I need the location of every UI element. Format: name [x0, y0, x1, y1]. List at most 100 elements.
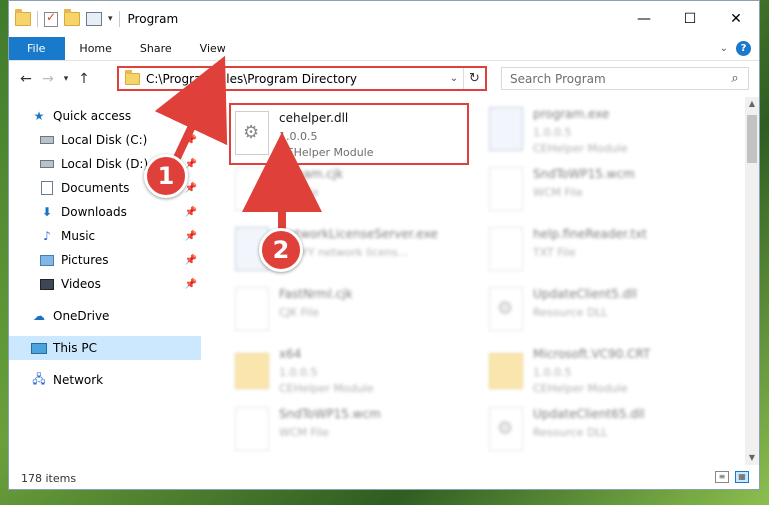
file-name: program.exe [533, 107, 610, 121]
new-folder-icon[interactable] [64, 9, 80, 26]
toolbar-separator [37, 11, 38, 27]
file-icon [489, 167, 523, 211]
view-properties-icon[interactable] [86, 12, 102, 26]
address-bar[interactable]: C:\Program Files\Program Directory ⌄ ↻ [117, 66, 487, 91]
tab-view[interactable]: View [186, 37, 240, 60]
sidebar-item-this-pc[interactable]: This PC [9, 336, 201, 360]
file-type: Resource DLL [533, 306, 608, 319]
sidebar-item-label: Music [61, 229, 96, 243]
network-icon: 🖧 [32, 371, 46, 386]
file-description: CEHelper Module [533, 382, 628, 395]
file-name: NetworkLicenseServer.exe [279, 227, 438, 241]
tab-home[interactable]: Home [65, 37, 125, 60]
scroll-down-icon[interactable]: ▼ [745, 451, 759, 465]
tab-share[interactable]: Share [126, 37, 186, 60]
folder-icon [235, 353, 269, 389]
pin-icon[interactable]: 📌 [185, 207, 197, 218]
minimize-button[interactable]: — [621, 1, 667, 37]
pin-icon[interactable]: 📌 [185, 135, 197, 146]
large-icons-view-icon[interactable]: ▦ [735, 471, 749, 483]
downloads-icon: ⬇ [41, 205, 53, 219]
scrollbar-thumb[interactable] [747, 115, 757, 163]
pc-icon [31, 342, 47, 354]
file-item[interactable]: Stream.cjk CJK File [231, 161, 471, 223]
search-box[interactable]: Search Program ⌕ [501, 67, 749, 90]
file-name: help.fineReader.txt [533, 227, 647, 241]
up-arrow-icon[interactable]: ↑ [73, 71, 95, 87]
file-icon [489, 227, 523, 271]
sidebar-item-network[interactable]: 🖧 Network [31, 369, 201, 391]
file-item-cehelper-dll[interactable]: cehelper.dll 1.0.0.5 CEHelper Module [229, 103, 469, 165]
maximize-button[interactable]: ☐ [667, 1, 713, 37]
close-button[interactable]: ✕ [713, 1, 759, 37]
window-title: Program [127, 12, 179, 26]
properties-check-icon[interactable] [44, 10, 58, 27]
sidebar-item-label: Videos [61, 277, 101, 291]
forward-arrow-icon[interactable]: → [37, 71, 59, 87]
file-type: WCM File [533, 186, 583, 199]
file-type: CJK File [279, 186, 320, 199]
pictures-icon [40, 254, 54, 266]
sidebar-item-videos[interactable]: Videos 📌 [39, 273, 201, 295]
details-view-icon[interactable]: ≡ [715, 471, 729, 483]
music-icon: ♪ [43, 229, 51, 243]
file-type: TXT File [533, 246, 576, 259]
ribbon-tabs: File Home Share View ⌄ ? [9, 37, 759, 61]
refresh-icon[interactable]: ↻ [463, 68, 485, 89]
sidebar-item-label: Local Disk (C:) [61, 133, 148, 147]
file-description: CEHelper Module [279, 146, 374, 159]
documents-icon [41, 181, 53, 195]
file-version: 1.0.0.5 [533, 366, 572, 379]
file-list: cehelper.dll 1.0.0.5 CEHelper Module pro… [209, 97, 747, 465]
file-description: CEHelper Module [279, 382, 374, 395]
search-input[interactable]: Search Program [510, 72, 722, 86]
sidebar-item-local-disk-c[interactable]: Local Disk (C:) 📌 [39, 129, 201, 151]
file-version: 1.0.0.5 [279, 130, 318, 143]
address-path[interactable]: C:\Program Files\Program Directory [146, 72, 445, 86]
file-item[interactable]: UpdateClient65.dll Resource DLL [485, 401, 725, 463]
file-item[interactable]: x64 1.0.0.5 CEHelper Module [231, 341, 471, 403]
window-controls: — ☐ ✕ [621, 1, 759, 37]
sidebar-item-downloads[interactable]: ⬇ Downloads 📌 [39, 201, 201, 223]
expand-ribbon-chevron-icon[interactable]: ⌄ [720, 43, 728, 54]
file-item[interactable]: SndToWP15.wcm WCM File [231, 401, 471, 463]
address-dropdown-icon[interactable]: ⌄ [445, 73, 463, 84]
folder-icon [489, 353, 523, 389]
view-switcher: ≡ ▦ [715, 471, 749, 483]
sidebar-item-quick-access[interactable]: ★ Quick access [31, 105, 201, 127]
pin-icon[interactable]: 📌 [185, 255, 197, 266]
back-arrow-icon[interactable]: ← [15, 71, 37, 87]
sidebar-item-pictures[interactable]: Pictures 📌 [39, 249, 201, 271]
sidebar-item-music[interactable]: ♪ Music 📌 [39, 225, 201, 247]
sidebar-item-onedrive[interactable]: ☁ OneDrive [31, 305, 201, 327]
sidebar-item-label: Network [53, 373, 104, 387]
file-item[interactable]: program.exe 1.0.0.5 CEHelper Module [485, 101, 725, 163]
pin-icon[interactable]: 📌 [185, 279, 197, 290]
vertical-scrollbar[interactable]: ▲ ▼ [745, 97, 759, 465]
file-item[interactable]: help.fineReader.txt TXT File [485, 221, 725, 283]
scroll-up-icon[interactable]: ▲ [745, 97, 759, 111]
file-icon [235, 287, 269, 331]
file-name: SndToWP15.wcm [279, 407, 381, 421]
sidebar-item-label: Documents [61, 181, 130, 195]
file-item[interactable]: UpdateClient5.dll Resource DLL [485, 281, 725, 343]
file-name: Stream.cjk [279, 167, 344, 181]
quick-access-toolbar: ▾ [9, 9, 120, 27]
address-folder-icon [125, 69, 140, 85]
dll-file-icon [489, 407, 523, 451]
file-version: 1.0.0.5 [533, 126, 572, 139]
search-icon[interactable]: ⌕ [722, 71, 748, 86]
file-type: Resource DLL [533, 426, 608, 439]
file-item[interactable]: SndToWP15.wcm WCM File [485, 161, 725, 223]
folder-icon [15, 9, 31, 26]
file-icon [235, 407, 269, 451]
customize-toolbar-dropdown-icon[interactable]: ▾ [108, 14, 113, 24]
file-item[interactable]: FastNrml.cjk CJK File [231, 281, 471, 343]
tab-file[interactable]: File [9, 37, 66, 60]
cloud-icon: ☁ [33, 309, 45, 323]
recent-locations-chevron-icon[interactable]: ▾ [59, 74, 73, 84]
file-item[interactable]: Microsoft.VC90.CRT 1.0.0.5 CEHelper Modu… [485, 341, 725, 403]
help-icon[interactable]: ? [736, 41, 751, 56]
pin-icon[interactable]: 📌 [185, 231, 197, 242]
explorer-window: ▾ Program — ☐ ✕ File Home Share View ⌄ ?… [8, 0, 760, 490]
